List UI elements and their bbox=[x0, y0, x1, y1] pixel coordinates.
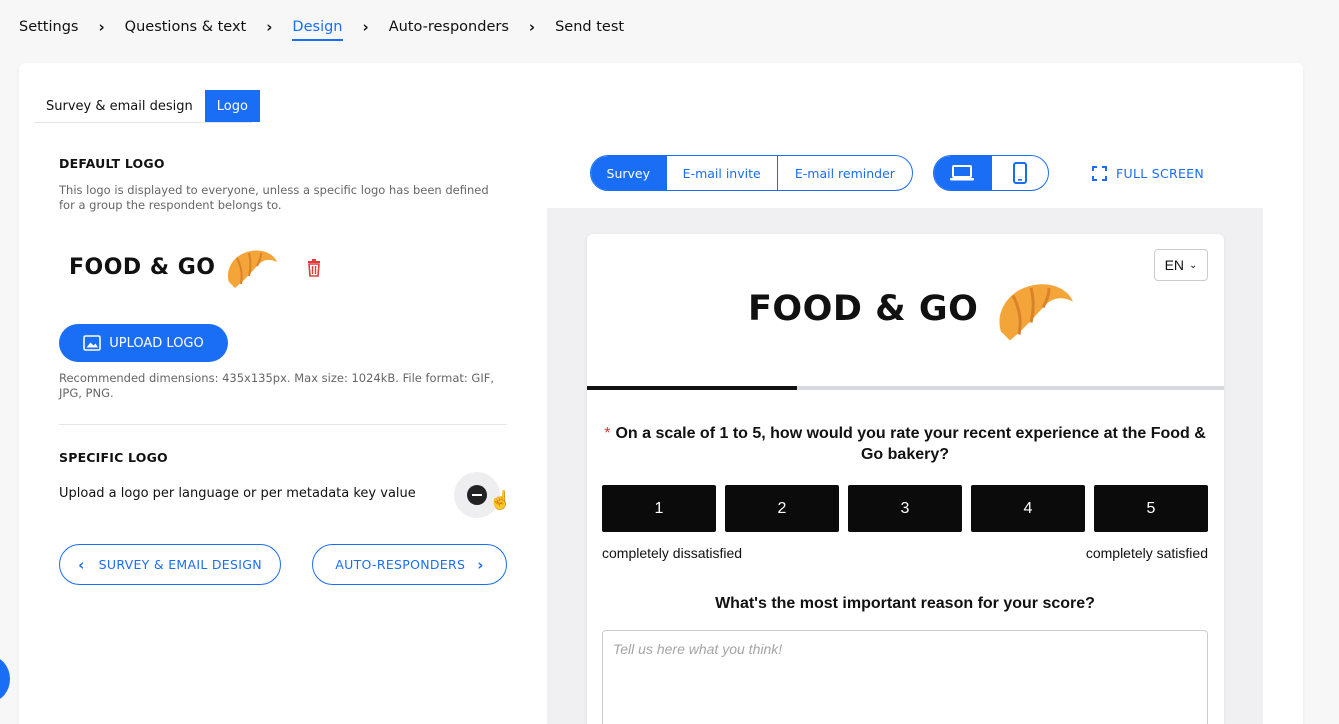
hand-cursor-icon: ☝ bbox=[489, 490, 512, 510]
chevron-right-icon: › bbox=[266, 18, 273, 36]
scale-low-label: completely dissatisfied bbox=[602, 545, 743, 561]
language-select[interactable]: EN ⌄ bbox=[1154, 249, 1208, 281]
rating-option-3[interactable]: 3 bbox=[848, 485, 962, 532]
next-auto-responders-button[interactable]: AUTO-RESPONDERS › bbox=[312, 544, 507, 585]
tab-survey-email-design[interactable]: Survey & email design bbox=[34, 90, 205, 122]
breadcrumb-auto-responders[interactable]: Auto-responders bbox=[389, 19, 509, 35]
desktop-view-button[interactable] bbox=[934, 156, 991, 190]
mobile-view-button[interactable] bbox=[990, 156, 1048, 190]
laptop-icon bbox=[950, 165, 975, 181]
preview-tab-email-invite[interactable]: E-mail invite bbox=[665, 156, 777, 190]
rating-option-4[interactable]: 4 bbox=[971, 485, 1085, 532]
back-survey-email-design-button[interactable]: ‹ SURVEY & EMAIL DESIGN bbox=[59, 544, 281, 585]
survey-progress-fill bbox=[587, 386, 798, 390]
required-mark: * bbox=[604, 425, 611, 442]
question-1-text: On a scale of 1 to 5, how would you rate… bbox=[615, 425, 1206, 463]
specific-logo-toggle[interactable] bbox=[467, 485, 487, 505]
scale-high-label: completely satisfied bbox=[1085, 545, 1208, 561]
breadcrumb-send-test[interactable]: Send test bbox=[555, 19, 624, 35]
specific-logo-heading: SPECIFIC LOGO bbox=[59, 450, 168, 465]
next-button-label: AUTO-RESPONDERS bbox=[335, 557, 466, 572]
logo-text: FOOD & GO bbox=[69, 254, 216, 280]
chevron-down-icon: ⌄ bbox=[1189, 259, 1198, 271]
preview-tab-survey[interactable]: Survey bbox=[591, 156, 666, 190]
chevron-right-icon: › bbox=[362, 18, 369, 36]
expand-icon bbox=[1092, 165, 1107, 181]
breadcrumb-questions-text[interactable]: Questions & text bbox=[125, 19, 247, 35]
design-subtabs: Survey & email design Logo bbox=[34, 90, 260, 123]
upload-recommendation: Recommended dimensions: 435x135px. Max s… bbox=[59, 371, 494, 400]
chevron-right-icon: › bbox=[528, 18, 536, 36]
current-logo: FOOD & GO bbox=[69, 244, 279, 290]
breadcrumb-design[interactable]: Design bbox=[292, 19, 343, 41]
chevron-right-icon: › bbox=[98, 18, 105, 36]
breadcrumb-settings[interactable]: Settings bbox=[19, 19, 78, 35]
survey-progress-bar bbox=[587, 386, 1224, 390]
tab-logo[interactable]: Logo bbox=[204, 90, 260, 122]
help-chat-button[interactable] bbox=[0, 656, 10, 702]
language-value: EN bbox=[1164, 257, 1185, 273]
specific-logo-description: Upload a logo per language or per metada… bbox=[59, 486, 416, 501]
default-logo-heading: DEFAULT LOGO bbox=[59, 156, 165, 171]
rating-scale: 1 2 3 4 5 bbox=[602, 485, 1208, 532]
rating-option-1[interactable]: 1 bbox=[602, 485, 716, 532]
device-switch bbox=[933, 155, 1049, 191]
survey-logo: FOOD & GO bbox=[748, 274, 1076, 344]
image-icon bbox=[83, 335, 102, 351]
upload-logo-label: UPLOAD LOGO bbox=[109, 335, 204, 351]
reason-textarea[interactable] bbox=[602, 630, 1208, 724]
breadcrumb: Settings › Questions & text › Design › A… bbox=[19, 14, 624, 41]
croissant-icon bbox=[999, 284, 1074, 341]
preview-tab-email-reminder[interactable]: E-mail reminder bbox=[776, 156, 912, 190]
full-screen-button[interactable]: FULL SCREEN bbox=[1092, 162, 1204, 184]
question-2-text: What's the most important reason for you… bbox=[715, 595, 1095, 612]
chevron-right-icon: › bbox=[477, 555, 484, 574]
rating-option-2[interactable]: 2 bbox=[725, 485, 839, 532]
preview-type-switch: Survey E-mail invite E-mail reminder bbox=[590, 155, 913, 191]
croissant-icon bbox=[228, 250, 278, 288]
phone-icon bbox=[1012, 162, 1027, 184]
survey-logo-text: FOOD & GO bbox=[748, 289, 979, 329]
upload-logo-button[interactable]: UPLOAD LOGO bbox=[59, 324, 228, 362]
chevron-left-icon: ‹ bbox=[78, 555, 85, 574]
delete-logo-icon[interactable] bbox=[306, 259, 322, 277]
full-screen-label: FULL SCREEN bbox=[1116, 165, 1205, 181]
default-logo-description: This logo is displayed to everyone, unle… bbox=[59, 183, 489, 212]
back-button-label: SURVEY & EMAIL DESIGN bbox=[98, 557, 262, 572]
rating-option-5[interactable]: 5 bbox=[1094, 485, 1208, 532]
section-divider bbox=[59, 424, 507, 425]
question-1: * On a scale of 1 to 5, how would you rat… bbox=[598, 423, 1212, 465]
